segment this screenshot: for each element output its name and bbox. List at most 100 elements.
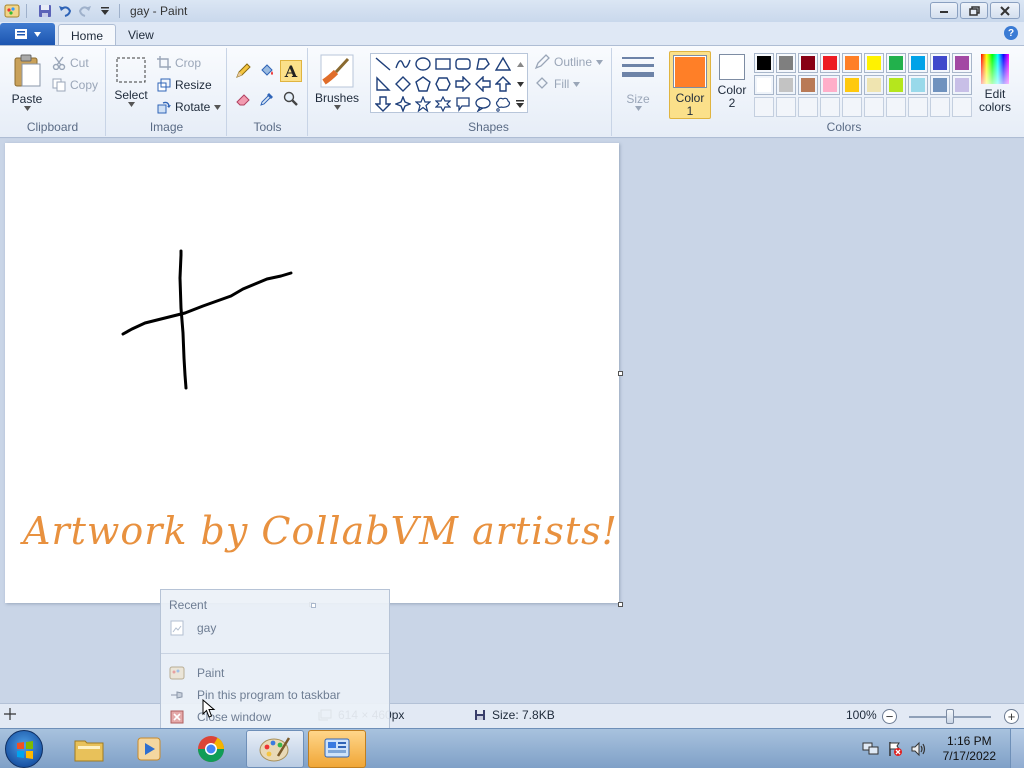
polygon-shape[interactable] <box>473 54 493 74</box>
fill-tool[interactable] <box>256 60 278 82</box>
color2-button[interactable]: Color 2 <box>712 54 752 110</box>
paint-app-icon[interactable] <box>4 3 20 19</box>
copy-button[interactable]: Copy <box>52 78 98 92</box>
taskbar-paint[interactable] <box>246 730 304 768</box>
volume-icon[interactable] <box>909 739 929 759</box>
redo-icon[interactable] <box>77 3 93 19</box>
curve-shape[interactable] <box>393 54 413 74</box>
network-icon[interactable] <box>861 739 881 759</box>
jump-list-close-window[interactable]: Close window <box>169 709 271 725</box>
resize-button[interactable]: Resize <box>157 78 212 92</box>
palette-swatch[interactable] <box>930 53 950 73</box>
oval-callout-shape[interactable] <box>473 94 493 114</box>
palette-swatch-empty[interactable] <box>908 97 928 117</box>
palette-swatch-empty[interactable] <box>776 97 796 117</box>
size-button[interactable]: Size <box>619 54 657 111</box>
palette-swatch[interactable] <box>798 53 818 73</box>
eraser-tool[interactable] <box>232 88 254 110</box>
palette-swatch[interactable] <box>842 53 862 73</box>
palette-swatch[interactable] <box>930 75 950 95</box>
start-button[interactable] <box>5 730 43 768</box>
zoom-in-button[interactable]: + <box>1004 709 1019 724</box>
rounded-rectangle-shape[interactable] <box>453 54 473 74</box>
jump-list-open-paint[interactable]: Paint <box>169 665 224 681</box>
right-triangle-shape[interactable] <box>373 74 393 94</box>
palette-swatch[interactable] <box>820 53 840 73</box>
minimize-button[interactable] <box>930 2 958 19</box>
palette-swatch[interactable] <box>886 53 906 73</box>
help-icon[interactable]: ? <box>1004 26 1018 40</box>
palette-swatch-empty[interactable] <box>952 97 972 117</box>
color-picker-tool[interactable] <box>256 88 278 110</box>
palette-swatch[interactable] <box>864 53 884 73</box>
outline-button[interactable]: Outline <box>534 54 604 70</box>
palette-swatch[interactable] <box>952 75 972 95</box>
shapes-scroll-down-button[interactable] <box>513 74 527 94</box>
undo-icon[interactable] <box>57 3 73 19</box>
palette-swatch[interactable] <box>864 75 884 95</box>
four-point-star-shape[interactable] <box>393 94 413 114</box>
left-arrow-shape[interactable] <box>473 74 493 94</box>
triangle-shape[interactable] <box>493 54 513 74</box>
up-arrow-shape[interactable] <box>493 74 513 94</box>
action-center-flag-icon[interactable] <box>885 739 905 759</box>
zoom-out-button[interactable]: − <box>882 709 897 724</box>
jump-list-recent-item[interactable]: gay <box>169 620 216 636</box>
select-button[interactable]: Select <box>113 56 149 107</box>
six-point-star-shape[interactable] <box>433 94 453 114</box>
palette-swatch[interactable] <box>754 53 774 73</box>
pencil-tool[interactable] <box>232 60 254 82</box>
jump-list-pin-to-taskbar[interactable]: Pin this program to taskbar <box>169 687 340 703</box>
tab-view[interactable]: View <box>116 24 166 46</box>
cloud-callout-shape[interactable] <box>493 94 513 114</box>
fill-button[interactable]: Fill <box>534 76 581 92</box>
oval-shape[interactable] <box>413 54 433 74</box>
zoom-slider-thumb[interactable] <box>946 709 954 724</box>
save-icon[interactable] <box>37 3 53 19</box>
palette-swatch[interactable] <box>776 53 796 73</box>
text-tool[interactable]: A <box>280 60 302 82</box>
line-shape[interactable] <box>373 54 393 74</box>
palette-swatch[interactable] <box>908 75 928 95</box>
paint-menu-button[interactable] <box>0 23 55 45</box>
palette-swatch-empty[interactable] <box>864 97 884 117</box>
rectangle-shape[interactable] <box>433 54 453 74</box>
palette-swatch[interactable] <box>908 53 928 73</box>
show-desktop-button[interactable] <box>1010 729 1024 768</box>
shapes-expand-button[interactable] <box>513 94 527 114</box>
drawing-canvas[interactable]: Artwork by CollabVM artists! <box>5 143 619 603</box>
edit-colors-button[interactable]: Edit colors <box>973 54 1017 114</box>
paste-button[interactable]: Paste <box>8 54 46 111</box>
clock[interactable]: 1:16 PM 7/17/2022 <box>943 734 996 764</box>
palette-swatch-empty[interactable] <box>798 97 818 117</box>
rounded-callout-shape[interactable] <box>453 94 473 114</box>
tab-home[interactable]: Home <box>58 24 117 46</box>
palette-swatch-empty[interactable] <box>930 97 950 117</box>
palette-swatch-empty[interactable] <box>842 97 862 117</box>
close-button[interactable] <box>990 2 1020 19</box>
palette-swatch-empty[interactable] <box>754 97 774 117</box>
palette-swatch[interactable] <box>776 75 796 95</box>
canvas-resize-handle-corner[interactable] <box>618 602 623 607</box>
right-arrow-shape[interactable] <box>453 74 473 94</box>
palette-swatch-empty[interactable] <box>886 97 906 117</box>
palette-swatch[interactable] <box>842 75 862 95</box>
crop-button[interactable]: Crop <box>157 56 201 70</box>
pentagon-shape[interactable] <box>413 74 433 94</box>
customize-quick-access-icon[interactable] <box>97 3 113 19</box>
rotate-button[interactable]: Rotate <box>157 100 222 114</box>
diamond-shape[interactable] <box>393 74 413 94</box>
palette-swatch[interactable] <box>754 75 774 95</box>
taskbar-explorer[interactable] <box>60 730 118 768</box>
cut-button[interactable]: Cut <box>52 56 89 70</box>
canvas-resize-handle-right[interactable] <box>618 371 623 376</box>
taskbar-chrome[interactable] <box>182 730 240 768</box>
palette-swatch[interactable] <box>798 75 818 95</box>
palette-swatch[interactable] <box>886 75 906 95</box>
taskbar-media-player[interactable] <box>120 730 178 768</box>
restore-button[interactable] <box>960 2 988 19</box>
down-arrow-shape[interactable] <box>373 94 393 114</box>
taskbar-remote-app[interactable] <box>308 730 366 768</box>
brushes-button[interactable]: Brushes <box>313 54 361 110</box>
hexagon-shape[interactable] <box>433 74 453 94</box>
